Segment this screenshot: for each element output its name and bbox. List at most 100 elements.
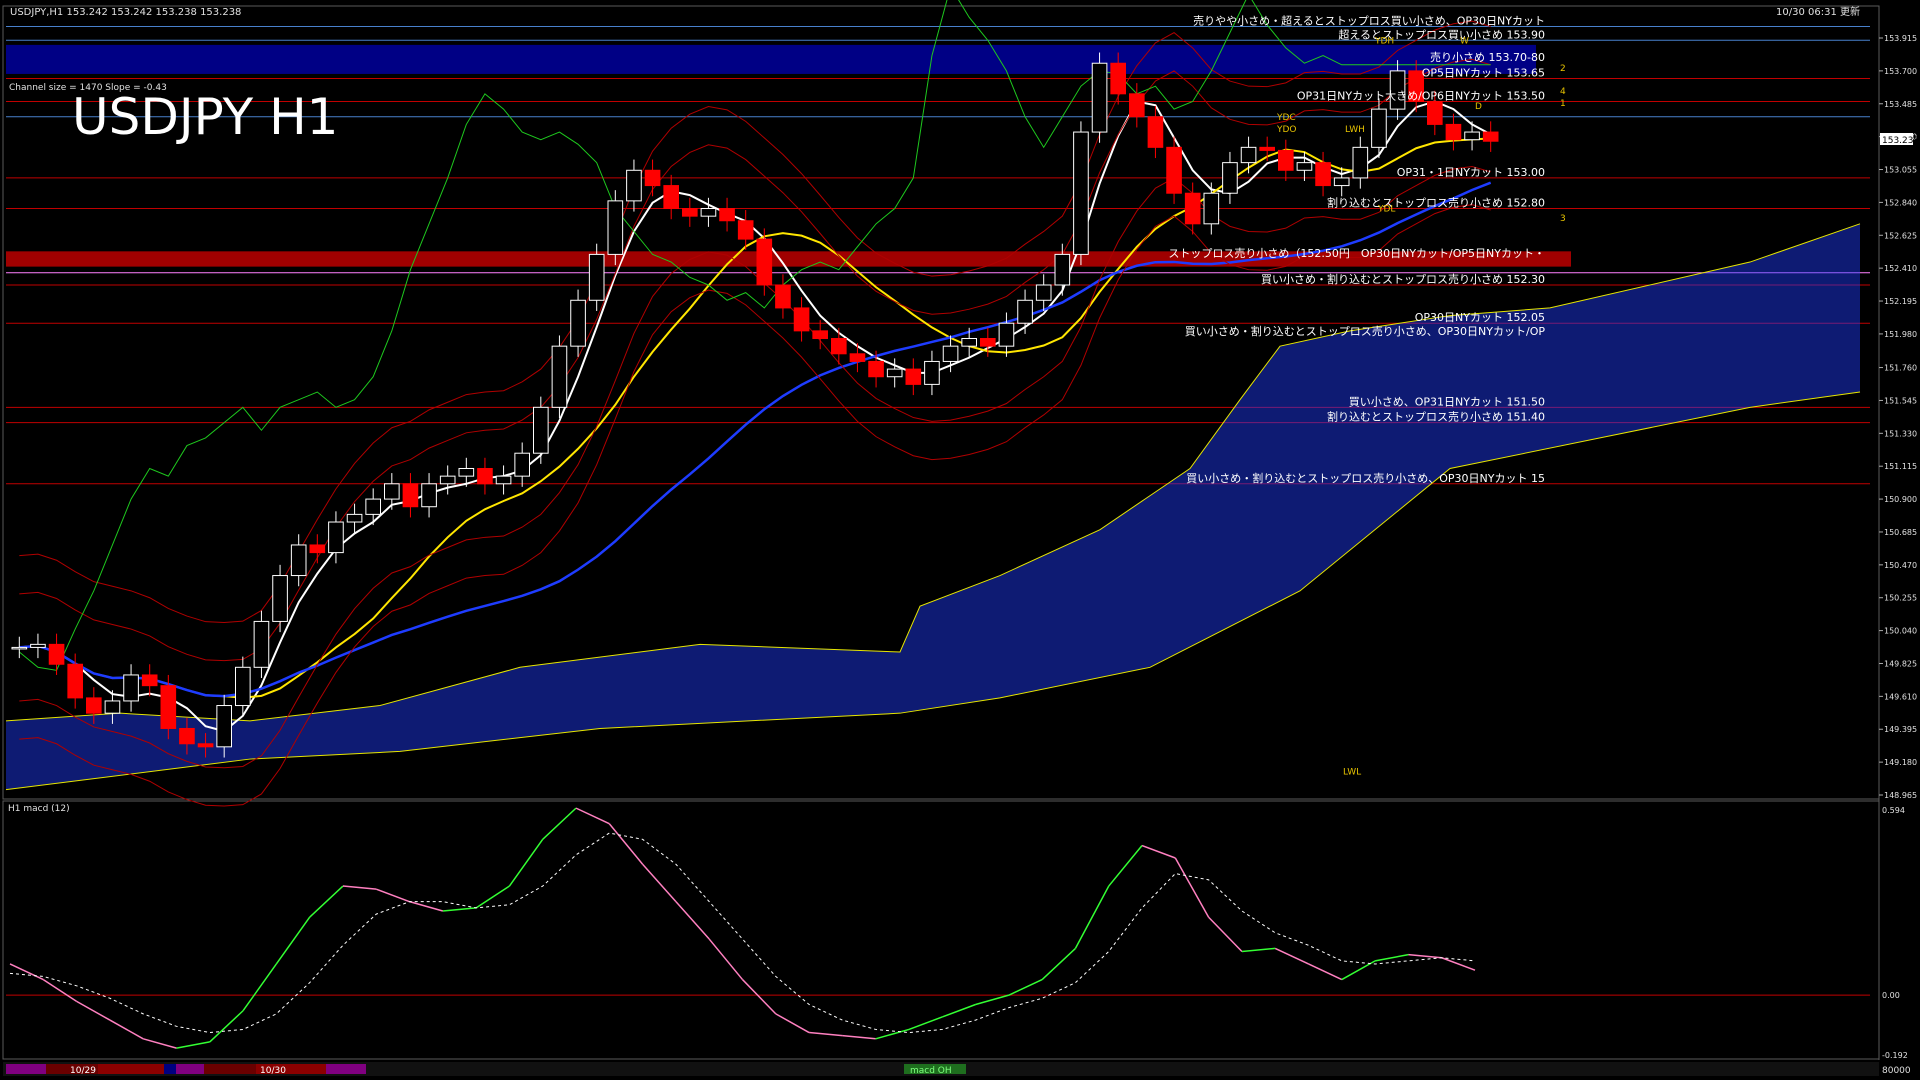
- volume-scale-label: 80000: [1882, 1066, 1911, 1076]
- candle-body: [756, 238, 773, 286]
- candle-body: [1073, 131, 1089, 255]
- candle-body: [48, 643, 65, 665]
- tag-n1: 1: [1560, 99, 1566, 109]
- candle-body: [11, 646, 28, 650]
- candle-body: [1427, 100, 1443, 125]
- candle-body: [1240, 146, 1257, 164]
- candle-body: [216, 705, 232, 748]
- price-tick-label: 150.040: [1884, 627, 1917, 636]
- candle-body: [1464, 131, 1480, 141]
- tag-ydl: YDL: [1377, 205, 1395, 215]
- level-annotation-text: 売り小さめ 153.70-80: [1430, 51, 1545, 64]
- candle-body: [141, 674, 158, 687]
- candle-body: [235, 666, 251, 707]
- level-annotation-text: OP31・1日NYカット 153.00: [1397, 166, 1545, 179]
- current-price-label: 153.238: [1882, 136, 1919, 146]
- candle-body: [421, 483, 437, 508]
- price-tick-label: 153.700: [1884, 67, 1917, 76]
- tag-lwh: LWH: [1345, 125, 1365, 135]
- symbol-info-line: USDJPY,H1 153.242 153.242 153.238 153.23…: [10, 7, 241, 18]
- candle-body: [831, 338, 847, 355]
- candle-body: [253, 620, 270, 668]
- macd-title: H1 macd (12): [8, 804, 70, 814]
- price-tick-label: 149.610: [1884, 692, 1917, 701]
- candle-body: [123, 674, 139, 702]
- price-tick-label: 151.760: [1884, 364, 1917, 373]
- candle-body: [1482, 131, 1499, 142]
- candle-body: [197, 743, 214, 748]
- candle-body: [998, 322, 1015, 347]
- candle-body: [1035, 284, 1052, 301]
- candle-body: [924, 360, 940, 385]
- candle-body: [868, 360, 884, 378]
- price-tick-label: 150.255: [1884, 594, 1917, 603]
- candle-body: [793, 307, 810, 332]
- candle-body: [1203, 192, 1220, 225]
- level-annotation-text: ストップロス売り小さめ（152.50円 OP30日NYカット/OP5日NYカット…: [1168, 247, 1545, 260]
- candle-body: [365, 498, 381, 515]
- tag-n3: 3: [1560, 214, 1566, 224]
- time-axis-bar: 10/29 10/30 macd OH 80000: [3, 1062, 1911, 1076]
- level-annotation-text: 買い小さめ、OP31日NYカット 151.50: [1349, 395, 1545, 408]
- price-tick-label: 152.840: [1884, 198, 1917, 207]
- price-tick-label: 152.625: [1884, 231, 1917, 240]
- candle-body: [1315, 162, 1331, 187]
- candle-body: [644, 169, 661, 187]
- candle-body: [328, 521, 344, 554]
- price-tick-label: 151.545: [1884, 396, 1917, 405]
- price-tick-label: 153.055: [1884, 166, 1917, 175]
- tag-n4: 4: [1560, 87, 1566, 97]
- candle-body: [1259, 146, 1275, 151]
- price-tick-label: 149.180: [1884, 758, 1917, 767]
- level-annotation-text: 買い小さめ・割り込むとストップロス売り小さめ 152.30: [1261, 272, 1545, 286]
- candle-body: [290, 544, 307, 577]
- price-tick-label: 151.330: [1884, 429, 1917, 438]
- candle-body: [1445, 123, 1462, 141]
- candle-body: [1017, 299, 1033, 324]
- candle-body: [1371, 108, 1387, 148]
- level-annotation-text: OP5日NYカット 153.65: [1422, 67, 1545, 80]
- macd-axis: 0.594 0.00 -0.192: [1882, 806, 1908, 1060]
- candle-body: [588, 253, 605, 301]
- level-annotation-text: OP30日NYカット 152.05: [1415, 311, 1545, 324]
- candle-body: [886, 368, 903, 378]
- candle-body: [607, 200, 624, 255]
- candle-body: [67, 663, 83, 699]
- candle-body: [570, 299, 586, 347]
- blue-resistance-band: [6, 44, 1536, 74]
- tag-n2: 2: [1560, 64, 1566, 74]
- candle-body: [179, 727, 195, 745]
- candle-body: [309, 544, 326, 554]
- tag-ydc: YDC: [1276, 113, 1296, 123]
- macd-tick-label: 0.00: [1882, 991, 1900, 1000]
- candle-body: [86, 697, 102, 714]
- candle-body: [1129, 93, 1145, 118]
- price-tick-label: 150.685: [1884, 528, 1917, 537]
- price-tick-label: 152.410: [1884, 264, 1917, 273]
- candle-body: [737, 220, 754, 240]
- candle-body: [272, 575, 288, 622]
- candle-body: [719, 208, 735, 222]
- candle-body: [495, 475, 512, 485]
- tag-d: D: [1475, 102, 1482, 112]
- candle-body: [458, 467, 475, 477]
- candle-body: [1352, 146, 1369, 179]
- price-tick-label: 153.915: [1884, 34, 1917, 43]
- level-annotation-text: 割り込むとストップロス売り小さめ 152.80: [1327, 196, 1545, 210]
- candle-body: [700, 208, 717, 217]
- candle-body: [1184, 192, 1201, 225]
- candle-body: [961, 338, 977, 347]
- candle-body: [775, 284, 791, 309]
- candle-body: [663, 185, 679, 210]
- level-annotation-text: OP31日NYカット大きめ/OP6日NYカット 153.50: [1297, 88, 1545, 102]
- price-tick-label: 148.965: [1884, 791, 1917, 800]
- candle-body: [439, 475, 456, 485]
- candle-body: [1278, 149, 1294, 171]
- candle-body: [477, 467, 493, 485]
- candle-body: [812, 330, 828, 340]
- price-tick-label: 152.195: [1884, 297, 1917, 306]
- macd-tick-label: -0.192: [1882, 1051, 1908, 1060]
- price-tick-label: 151.980: [1884, 330, 1917, 339]
- level-annotation-text: 買い小さめ・割り込むとストップロス売り小さめ、OP30日NYカット/OP: [1185, 324, 1546, 338]
- candle-body: [346, 513, 363, 523]
